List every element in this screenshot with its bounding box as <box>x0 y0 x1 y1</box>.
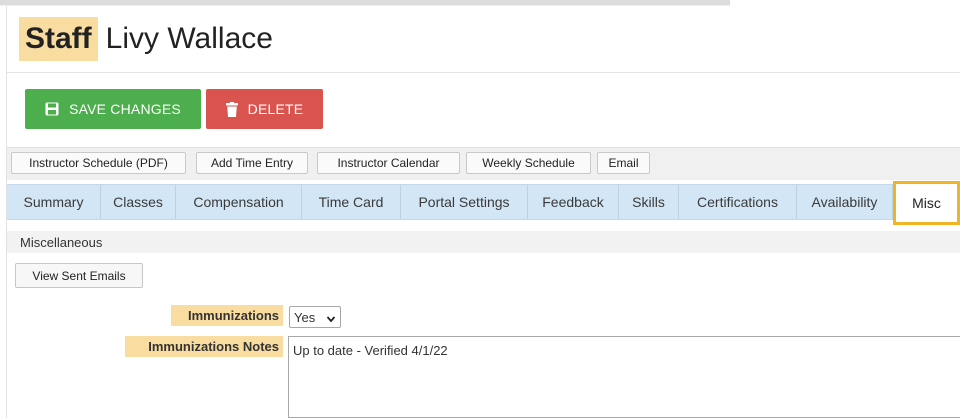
tab-availability[interactable]: Availability <box>797 185 893 219</box>
page-title-name: Livy Wallace <box>105 22 273 55</box>
page-title: Staff Livy Wallace <box>19 17 273 61</box>
tab-portal-settings[interactable]: Portal Settings <box>401 185 528 219</box>
tab-certifications[interactable]: Certifications <box>679 185 797 219</box>
tab-misc[interactable]: Misc <box>893 181 960 225</box>
tab-skills[interactable]: Skills <box>619 185 679 219</box>
tab-bar: Summary Classes Compensation Time Card P… <box>7 181 960 225</box>
action-toolbar: Instructor Schedule (PDF) Add Time Entry… <box>7 147 960 180</box>
view-sent-emails-button[interactable]: View Sent Emails <box>15 263 143 288</box>
email-button[interactable]: Email <box>597 152 650 174</box>
immunizations-notes-label: Immunizations Notes <box>125 336 283 357</box>
page-title-prefix: Staff <box>19 17 98 61</box>
tab-feedback[interactable]: Feedback <box>528 185 619 219</box>
add-time-entry-button[interactable]: Add Time Entry <box>196 152 308 174</box>
weekly-schedule-button[interactable]: Weekly Schedule <box>466 152 591 174</box>
immunizations-notes-field[interactable]: Up to date - Verified 4/1/22 <box>288 336 960 418</box>
chevron-down-icon <box>326 312 336 327</box>
trash-icon <box>225 101 238 117</box>
instructor-schedule-pdf-button[interactable]: Instructor Schedule (PDF) <box>11 152 186 174</box>
save-changes-button[interactable]: SAVE CHANGES <box>25 89 201 129</box>
tab-time-card[interactable]: Time Card <box>302 185 401 219</box>
save-changes-label: SAVE CHANGES <box>69 101 181 117</box>
tab-classes[interactable]: Classes <box>101 185 176 219</box>
immunizations-select-value: Yes <box>294 309 316 325</box>
save-icon <box>45 102 59 116</box>
tab-summary[interactable]: Summary <box>7 185 101 219</box>
tab-compensation[interactable]: Compensation <box>176 185 302 219</box>
immunizations-label: Immunizations <box>171 305 283 326</box>
immunizations-select[interactable]: Yes <box>289 306 341 328</box>
section-title: Miscellaneous <box>7 231 960 253</box>
instructor-calendar-button[interactable]: Instructor Calendar <box>317 152 460 174</box>
delete-button[interactable]: DELETE <box>206 89 323 129</box>
page-header: Staff Livy Wallace <box>7 6 960 73</box>
delete-label: DELETE <box>247 101 304 117</box>
